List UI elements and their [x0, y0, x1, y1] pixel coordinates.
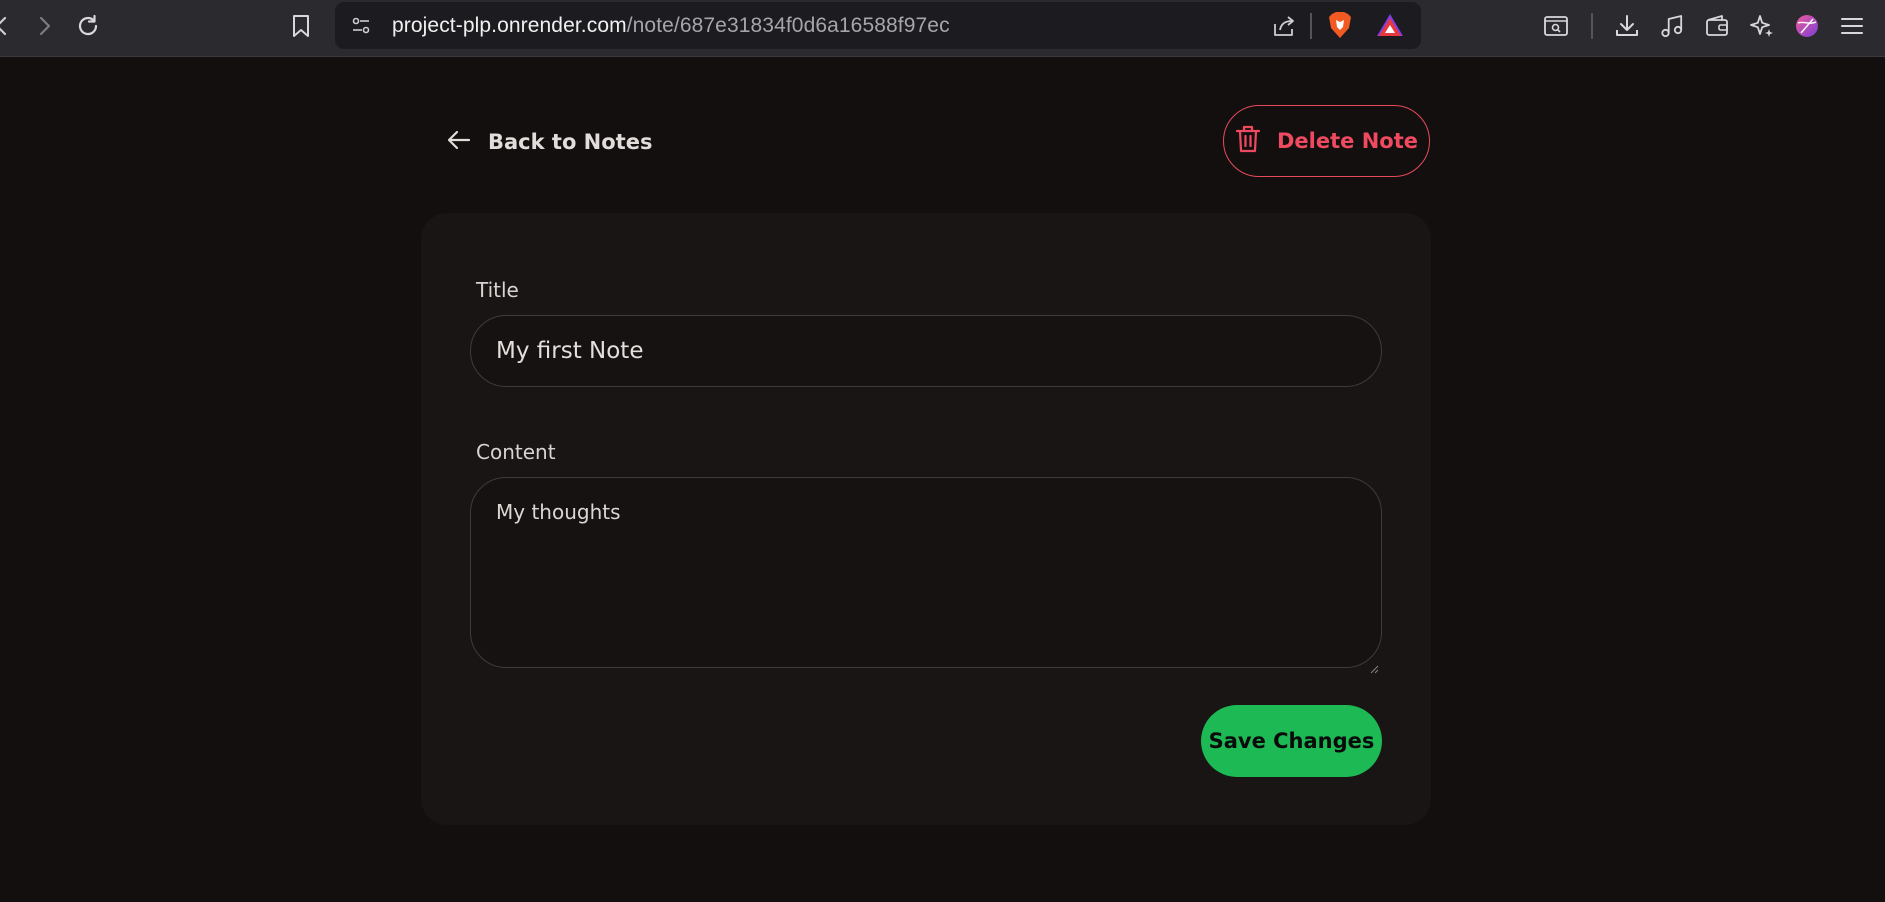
delete-note-button[interactable]: Delete Note [1223, 105, 1430, 177]
address-bar[interactable]: project-plp.onrender.com/note/687e31834f… [335, 2, 1421, 49]
wallet-icon[interactable] [1701, 10, 1733, 42]
download-icon[interactable] [1611, 10, 1643, 42]
forward-arrow-icon[interactable] [28, 10, 60, 42]
title-label: Title [476, 278, 519, 302]
save-changes-label: Save Changes [1208, 729, 1375, 753]
menu-hamburger-icon[interactable] [1836, 10, 1868, 42]
music-note-icon[interactable] [1656, 10, 1688, 42]
back-to-notes-label: Back to Notes [488, 130, 653, 154]
reload-icon[interactable] [72, 10, 104, 42]
delete-note-label: Delete Note [1277, 129, 1418, 153]
back-arrow-icon[interactable] [0, 10, 18, 42]
back-to-notes-link[interactable]: Back to Notes [446, 124, 652, 160]
ai-sparkle-icon[interactable] [1746, 10, 1778, 42]
title-input-value: My first Note [496, 338, 644, 364]
url-path: /note/687e31834f0d6a16588f97ec [626, 14, 950, 37]
site-settings-icon[interactable] [345, 10, 377, 42]
save-changes-button[interactable]: Save Changes [1201, 705, 1382, 777]
content-label: Content [476, 440, 556, 464]
profile-avatar-icon[interactable] [1791, 10, 1823, 42]
reader-search-icon[interactable] [1540, 10, 1572, 42]
url-text[interactable]: project-plp.onrender.com/note/687e31834f… [392, 14, 950, 38]
arrow-left-icon [446, 128, 472, 157]
content-textarea-value: My thoughts [496, 500, 621, 524]
trash-icon [1235, 124, 1261, 159]
resize-handle-icon[interactable] [1369, 655, 1379, 674]
address-separator [1310, 13, 1312, 39]
bookmark-icon[interactable] [285, 10, 317, 42]
url-host: project-plp.onrender.com [392, 14, 627, 37]
toolbar-separator [1591, 13, 1593, 39]
browser-toolbar: project-plp.onrender.com/note/687e31834f… [0, 0, 1885, 57]
share-icon[interactable] [1269, 10, 1301, 42]
brave-shields-icon[interactable] [1324, 9, 1356, 41]
title-input[interactable]: My first Note [470, 315, 1382, 387]
brave-rewards-icon[interactable] [1374, 9, 1406, 41]
content-textarea[interactable]: My thoughts [470, 477, 1382, 674]
